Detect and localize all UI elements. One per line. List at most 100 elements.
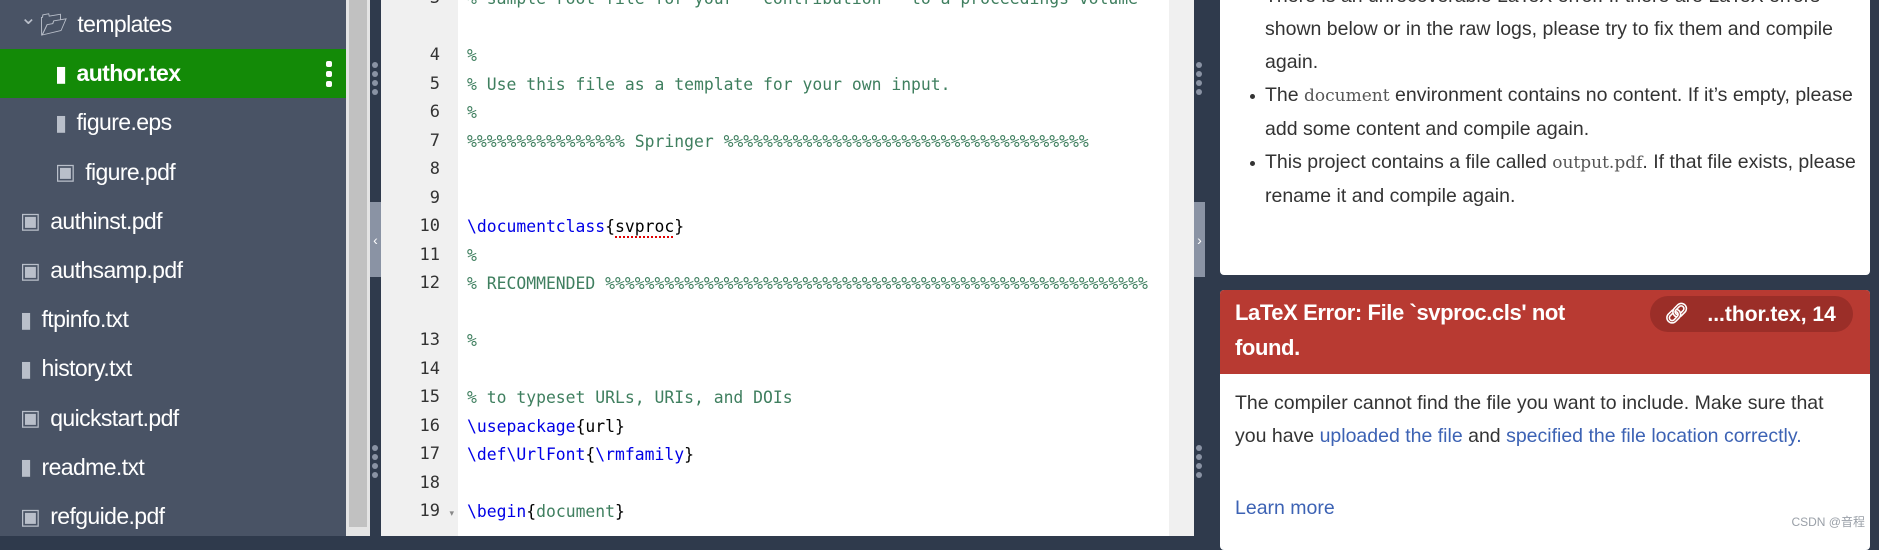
code-token: \def\UrlFont bbox=[467, 445, 586, 464]
file-name: author.tex bbox=[76, 60, 182, 87]
file-item[interactable]: ▮ history.txt bbox=[0, 344, 346, 393]
expand-pdf-button[interactable]: › bbox=[1194, 202, 1205, 277]
code-token: % bbox=[467, 46, 477, 65]
editor-scrollbar[interactable] bbox=[1169, 0, 1194, 536]
no-pdf-card: There is an unrecoverable LaTeX error. I… bbox=[1220, 0, 1870, 275]
code-token: {url} bbox=[575, 416, 625, 436]
collapse-sidebar-button[interactable]: ‹ bbox=[370, 202, 381, 277]
file-tree-scrollbar[interactable] bbox=[346, 0, 370, 536]
chevron-down-icon[interactable]: ⌄ bbox=[20, 5, 37, 30]
file-item[interactable]: ▮ figure.eps bbox=[0, 98, 346, 147]
code-token: \rmfamily bbox=[595, 445, 685, 464]
error-title: LaTeX Error: File `svproc.cls' not found… bbox=[1235, 300, 1565, 360]
fold-arrow-icon[interactable]: ▾ bbox=[449, 508, 454, 519]
line-number: 19 bbox=[419, 501, 440, 521]
error-header[interactable]: LaTeX Error: File `svproc.cls' not found… bbox=[1220, 290, 1870, 374]
code-token: { bbox=[526, 502, 537, 521]
code-token: % Use this file as a template for your o… bbox=[467, 74, 951, 94]
code-line[interactable]: % bbox=[467, 99, 1167, 128]
code-line[interactable]: \def\UrlFont{\rmfamily} bbox=[467, 441, 1167, 470]
resize-handle[interactable] bbox=[1196, 445, 1203, 478]
code-line[interactable]: % sample root file for your ``contributi… bbox=[467, 0, 1167, 14]
image-icon: ▣ bbox=[20, 257, 41, 283]
code-line[interactable]: % to typeset URLs, URIs, and DOIs bbox=[467, 384, 1167, 413]
file-name: figure.pdf bbox=[85, 158, 176, 185]
reason-item: This project contains a file called outp… bbox=[1250, 146, 1860, 213]
file-location-link[interactable]: specified the file location correctly bbox=[1506, 425, 1796, 447]
code-line[interactable]: %%%%%%%%%%%%%%%% Springer %%%%%%%%%%%%%%… bbox=[467, 128, 1167, 157]
reason-text: There is an unrecoverable LaTeX error. I… bbox=[1265, 0, 1833, 73]
code-line[interactable]: % RECOMMENDED %%%%%%%%%%%%%%%%%%%%%%%%%%… bbox=[467, 270, 1167, 299]
file-item[interactable]: ▣ authinst.pdf bbox=[0, 197, 346, 246]
file-icon: ▮ bbox=[20, 454, 32, 480]
code-token: \begin bbox=[467, 502, 527, 521]
line-number: 18 bbox=[419, 472, 440, 493]
error-card: LaTeX Error: File `svproc.cls' not found… bbox=[1220, 290, 1870, 550]
file-item[interactable]: ▣ figure.pdf bbox=[0, 148, 346, 197]
line-number: 9 bbox=[429, 187, 440, 208]
code-line[interactable]: % bbox=[467, 242, 1167, 271]
left-pane-divider[interactable]: ‹ bbox=[370, 0, 381, 536]
code-token: % bbox=[467, 331, 477, 350]
code-line[interactable]: \documentclass{svproc} bbox=[467, 213, 1167, 242]
file-icon: ▮ bbox=[20, 355, 32, 381]
code-token: \usepackage bbox=[467, 416, 576, 436]
resize-handle[interactable] bbox=[372, 62, 379, 95]
learn-more-link[interactable]: Learn more bbox=[1235, 492, 1335, 525]
logs-pane: There is an unrecoverable LaTeX error. I… bbox=[1205, 0, 1879, 550]
line-number: 7 bbox=[429, 130, 440, 151]
line-number: 15 bbox=[419, 387, 440, 407]
code-editor[interactable]: % sample root file for your ``contributi… bbox=[458, 0, 1169, 536]
error-text: . bbox=[1796, 425, 1802, 447]
file-tree: ⌄ 📂︎ templates ▮ author.tex ▮ figure.eps ▣ figur… bbox=[0, 0, 346, 536]
code-token: \documentclass bbox=[467, 217, 606, 236]
line-number: 17 bbox=[419, 444, 440, 464]
code-token: { bbox=[585, 445, 596, 464]
chevron-right-icon: › bbox=[1197, 231, 1202, 248]
image-icon: ▣ bbox=[20, 503, 41, 529]
code-token: } bbox=[674, 217, 685, 236]
scrollbar-thumb[interactable] bbox=[349, 0, 367, 527]
reason-text: The bbox=[1265, 84, 1305, 106]
file-item[interactable]: ▮ author.tex bbox=[0, 49, 346, 99]
file-item[interactable]: ▣ refguide.pdf bbox=[0, 492, 346, 536]
file-name: templates bbox=[77, 11, 172, 37]
resize-handle[interactable] bbox=[372, 445, 379, 478]
line-number: 6 bbox=[429, 102, 440, 122]
file-menu-icon[interactable] bbox=[326, 61, 332, 88]
code-line[interactable]: % bbox=[467, 327, 1167, 356]
uploaded-file-link[interactable]: uploaded the file bbox=[1320, 425, 1463, 447]
code-token: } bbox=[684, 445, 694, 464]
line-number: 12 bbox=[419, 273, 440, 293]
code-line[interactable]: \usepackage{url} bbox=[467, 413, 1167, 442]
file-item[interactable]: ▣ quickstart.pdf bbox=[0, 394, 346, 443]
line-number: 8 bbox=[429, 159, 440, 179]
right-pane-divider[interactable]: › bbox=[1194, 0, 1205, 536]
file-name: ftpinfo.txt bbox=[41, 306, 129, 333]
reason-text: This project contains a file called bbox=[1265, 151, 1553, 173]
resize-handle[interactable] bbox=[1196, 62, 1203, 95]
code-token: svproc bbox=[615, 217, 675, 236]
file-name: authsamp.pdf bbox=[50, 257, 183, 283]
code-token: % sample root file for your ``contributi… bbox=[467, 0, 1138, 8]
file-item[interactable]: ▣ authsamp.pdf bbox=[0, 246, 346, 295]
code-token: % RECOMMENDED %%%%%%%%%%%%%%%%%%%%%%%%%%… bbox=[467, 274, 1148, 293]
file-item[interactable]: ▮ ftpinfo.txt bbox=[0, 295, 346, 344]
code-token: } bbox=[615, 502, 625, 521]
file-item[interactable]: ⌄ 📂︎ templates bbox=[0, 0, 346, 49]
error-location-link[interactable]: 🔗︎ ...thor.tex, 14 bbox=[1650, 296, 1853, 332]
image-icon: ▣ bbox=[20, 405, 41, 431]
code-line[interactable]: \begin{document} bbox=[467, 498, 1167, 527]
code-line[interactable]: % bbox=[467, 42, 1167, 71]
folder-open-icon: 📂︎ bbox=[40, 11, 68, 37]
line-number: 5 bbox=[429, 73, 440, 94]
line-number-gutter: 3 4 5 6 7 8 9 10 11 12 13 14 15 16 17 18 19 ▾ bbox=[381, 0, 458, 536]
line-number: 14 bbox=[419, 358, 440, 379]
line-number: 4 bbox=[429, 45, 440, 65]
line-number: 3 bbox=[430, 0, 440, 8]
code-line[interactable]: % Use this file as a template for your o… bbox=[467, 71, 1167, 100]
error-text: and bbox=[1462, 425, 1507, 447]
code-token: % bbox=[467, 245, 477, 265]
file-item[interactable]: ▮ readme.txt bbox=[0, 443, 346, 492]
line-number: 10 bbox=[419, 216, 440, 236]
